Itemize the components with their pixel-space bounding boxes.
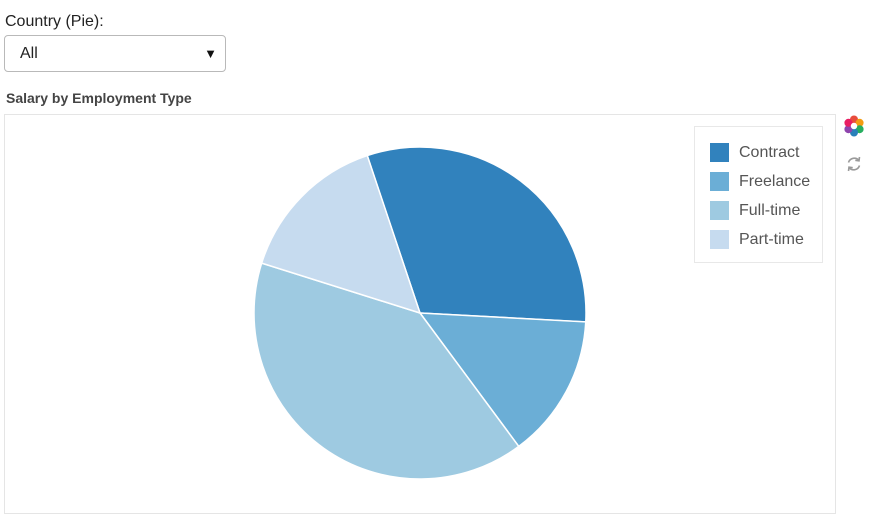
refresh-icon-graphic <box>847 156 861 172</box>
color-palette-icon-graphic <box>844 115 864 137</box>
legend-label: Freelance <box>739 173 811 190</box>
legend-swatch <box>710 143 729 162</box>
legend-label: Part-time <box>739 231 804 248</box>
legend-label: Full-time <box>739 202 801 219</box>
legend-swatch <box>710 230 729 249</box>
legend-swatch <box>710 172 729 191</box>
color-palette-icon[interactable] <box>842 114 866 138</box>
legend-label: Contract <box>739 144 800 161</box>
refresh-icon[interactable] <box>842 152 866 176</box>
legend-swatch <box>710 201 729 220</box>
legend: Contract Freelance Full-time Part-time <box>694 126 823 263</box>
